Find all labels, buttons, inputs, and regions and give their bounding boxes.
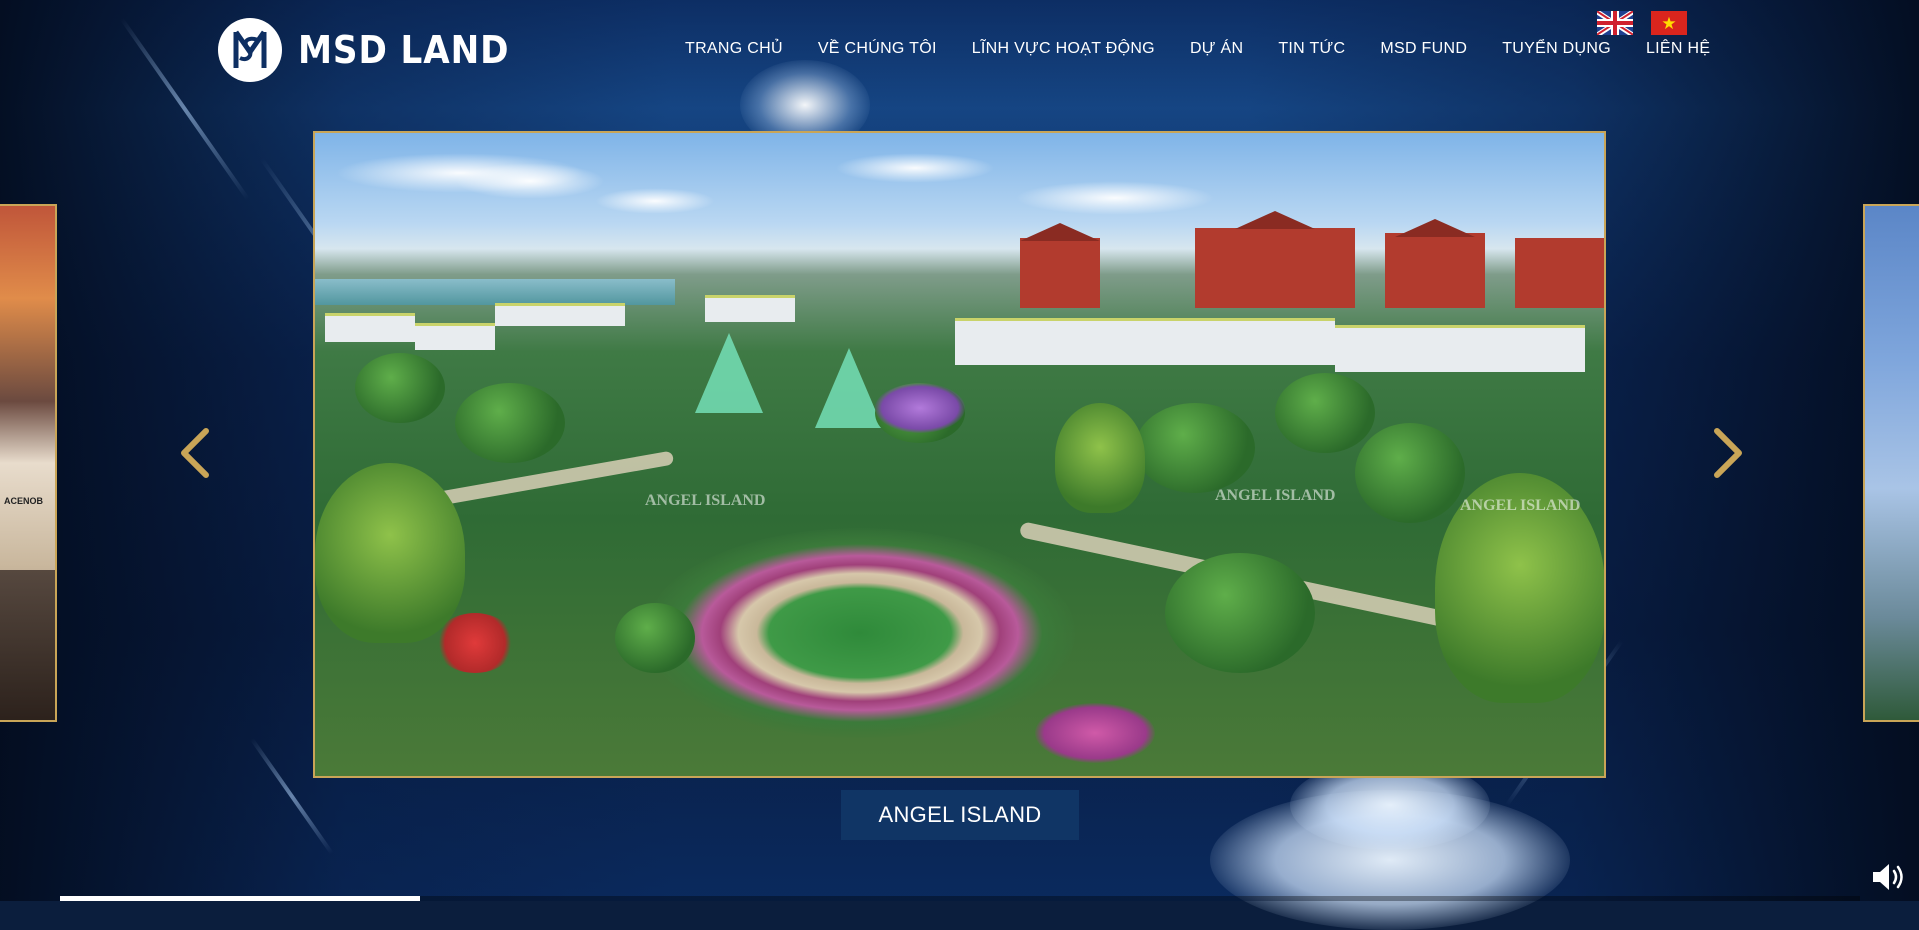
- msd-logo-icon: [218, 18, 282, 82]
- speaker-icon: [1873, 864, 1903, 890]
- uk-flag-icon[interactable]: [1597, 11, 1633, 35]
- sound-toggle-button[interactable]: [1871, 861, 1909, 893]
- nav-item-careers[interactable]: TUYỂN DỤNG: [1502, 40, 1611, 58]
- nav-item-news[interactable]: TIN TỨC: [1278, 40, 1345, 58]
- chevron-left-icon: [181, 428, 209, 478]
- nav-item-projects[interactable]: DỰ ÁN: [1190, 40, 1243, 58]
- slide-caption[interactable]: ANGEL ISLAND: [841, 790, 1079, 840]
- vietnam-flag-icon[interactable]: ★: [1651, 11, 1687, 35]
- brand-name: MSD LAND: [298, 28, 510, 72]
- slider-progress-fill: [60, 896, 420, 901]
- previous-slide-peek[interactable]: ACENOB: [0, 204, 57, 722]
- nav-item-business-fields[interactable]: LĨNH VỰC HOẠT ĐỘNG: [972, 40, 1155, 58]
- nav-item-msd-fund[interactable]: MSD FUND: [1380, 40, 1467, 58]
- slide-watermark: ANGEL ISLAND: [1460, 497, 1581, 514]
- slider-prev-button[interactable]: [176, 425, 216, 481]
- nav-item-home[interactable]: TRANG CHỦ: [685, 40, 783, 58]
- next-slide-peek[interactable]: [1863, 204, 1919, 722]
- nav-item-about[interactable]: VỀ CHÚNG TÔI: [818, 40, 937, 58]
- brand-logo[interactable]: MSD LAND: [218, 18, 533, 82]
- slider-progress-bar: [60, 896, 1860, 901]
- chevron-right-icon: [1714, 428, 1742, 478]
- slide-watermark: ANGEL ISLAND: [645, 492, 766, 509]
- current-slide-image[interactable]: ANGEL ISLAND ANGEL ISLAND ANGEL ISLAND: [313, 131, 1606, 778]
- language-switcher: ★: [1597, 11, 1687, 35]
- slide-watermark: ANGEL ISLAND: [1215, 487, 1336, 504]
- peek-sign-text: ACENOB: [4, 496, 44, 506]
- nav-item-contact[interactable]: LIÊN HỆ: [1646, 40, 1710, 58]
- slider-next-button[interactable]: [1707, 425, 1747, 481]
- main-nav: TRANG CHỦ VỀ CHÚNG TÔI LĨNH VỰC HOẠT ĐỘN…: [685, 40, 1710, 58]
